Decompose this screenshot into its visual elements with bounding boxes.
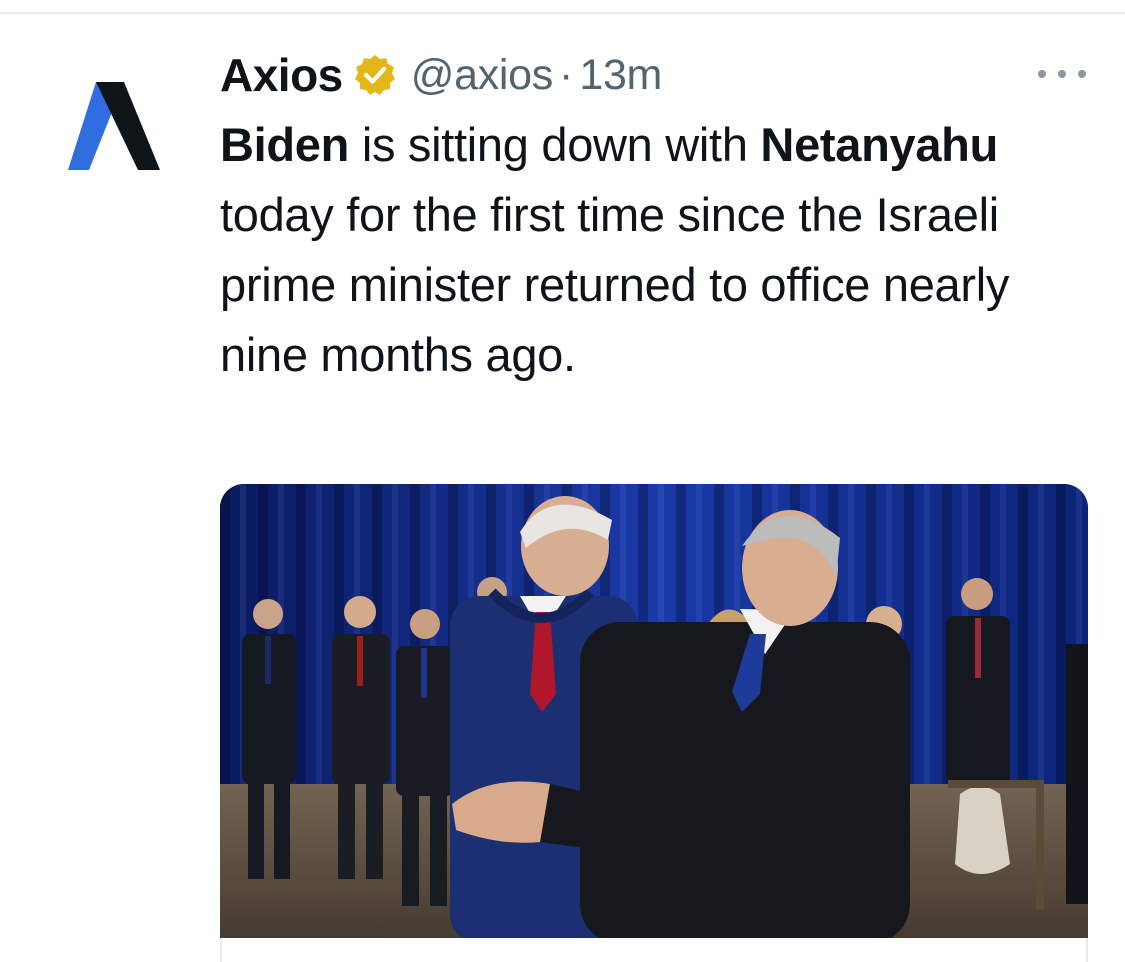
more-options-icon[interactable] — [1038, 62, 1086, 86]
tweet-photo[interactable] — [220, 484, 1088, 944]
author-name[interactable]: Axios — [220, 48, 343, 102]
top-divider — [0, 12, 1125, 14]
mention-netanyahu: Netanyahu — [760, 118, 999, 171]
tweet-timestamp[interactable]: 13m — [579, 51, 662, 100]
author-handle[interactable]: @axios — [411, 51, 554, 100]
mention-biden: Biden — [220, 118, 350, 171]
tweet-text: Biden is sitting down with Netanyahu tod… — [220, 110, 1080, 390]
photo-card-footer — [220, 938, 1088, 962]
axios-logo-avatar[interactable] — [62, 78, 166, 174]
tweet-header: Axios @axios · 13m — [220, 44, 662, 106]
meta-separator: · — [559, 50, 574, 99]
tweet-text-part-1: is sitting down with — [349, 118, 761, 171]
axios-logo-icon — [68, 82, 160, 170]
photo-illustration — [220, 484, 1088, 944]
verified-badge-icon[interactable] — [353, 53, 397, 97]
tweet-text-part-2: today for the first time since the Israe… — [220, 188, 1010, 381]
